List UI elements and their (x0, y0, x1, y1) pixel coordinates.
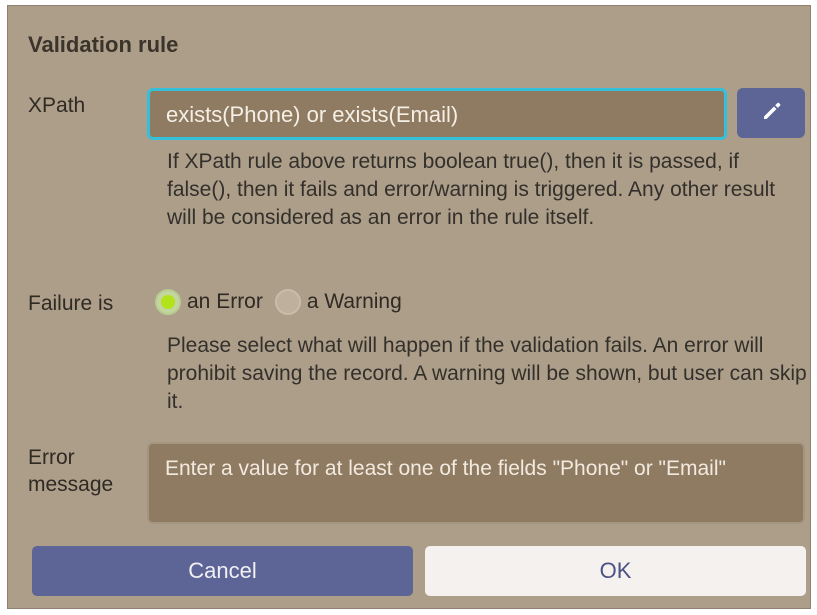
error-message-input[interactable]: Enter a value for at least one of the fi… (147, 442, 805, 524)
ok-button[interactable]: OK (425, 546, 806, 596)
edit-xpath-button[interactable] (737, 88, 805, 138)
validation-rule-dialog: Validation rule XPath exists(Phone) or e… (7, 5, 811, 609)
xpath-label: XPath (28, 94, 86, 117)
pencil-icon (759, 99, 783, 128)
error-message-label: Error message (28, 446, 114, 496)
warning-radio[interactable] (274, 289, 301, 315)
warning-radio-label[interactable]: a Warning (307, 290, 402, 314)
dialog-title: Validation rule (28, 32, 179, 57)
radio-dot (161, 295, 175, 309)
xpath-help-text: If XPath rule above returns boolean true… (167, 150, 776, 229)
failure-help-text: Please select what will happen if the va… (167, 334, 807, 413)
cancel-button[interactable]: Cancel (32, 546, 413, 596)
error-radio[interactable] (155, 289, 181, 315)
error-radio-label[interactable]: an Error (187, 290, 263, 314)
failure-radio-group: an Error a Warning (155, 289, 414, 315)
xpath-input[interactable]: exists(Phone) or exists(Email) (147, 88, 727, 140)
failure-label: Failure is (28, 292, 114, 315)
